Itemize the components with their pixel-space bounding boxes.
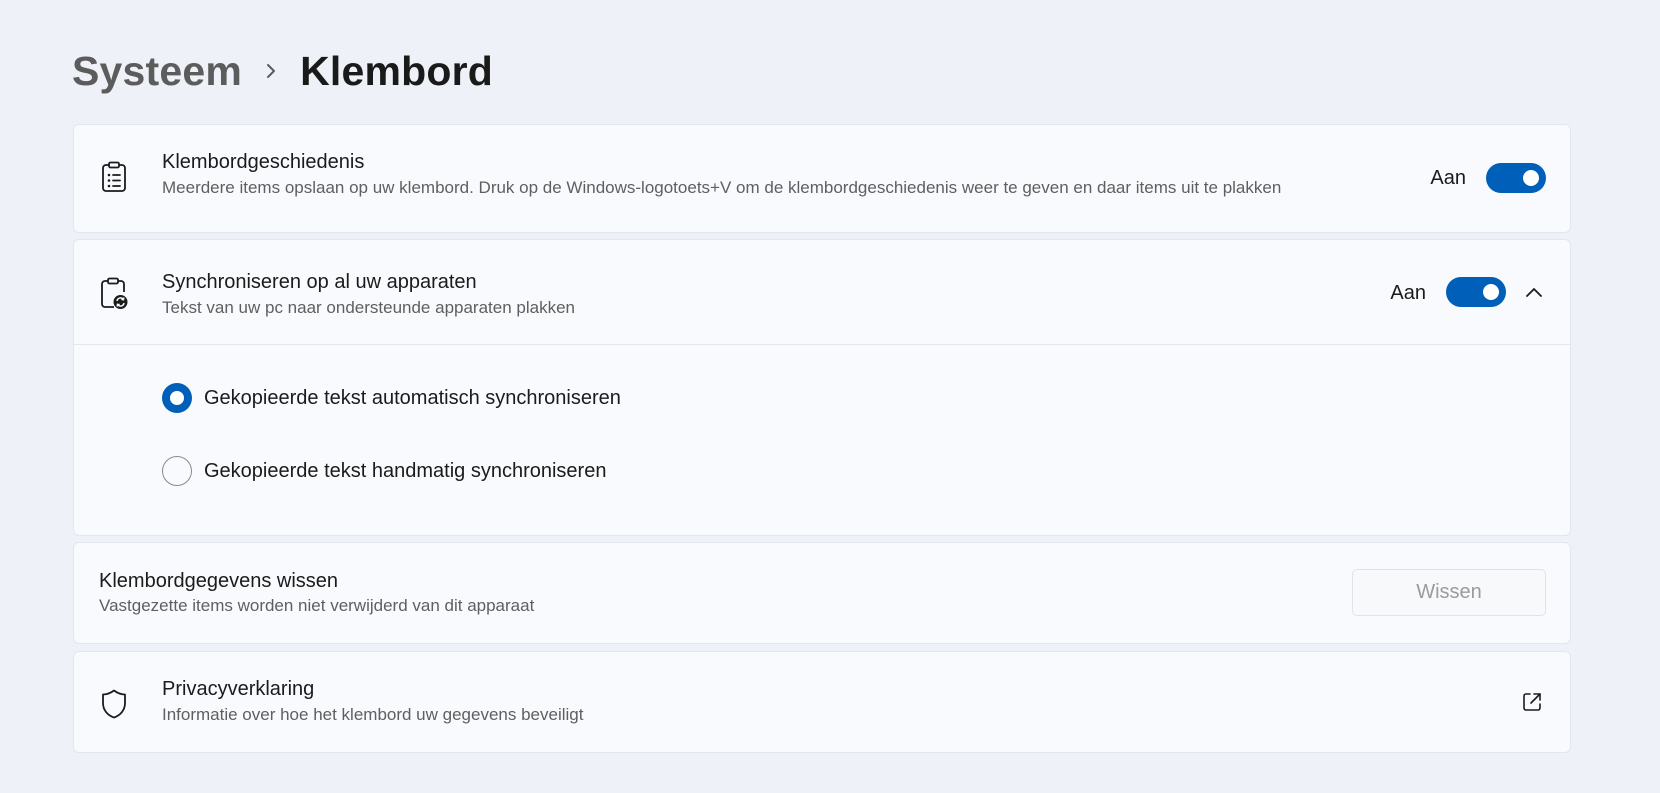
clipboard-list-icon (98, 159, 130, 195)
privacy-description: Informatie over hoe het klembord uw gege… (162, 705, 584, 724)
chevron-right-icon (242, 42, 300, 100)
history-toggle[interactable] (1486, 163, 1546, 193)
toggle-knob (1523, 170, 1539, 186)
sync-devices-card: Synchroniseren op al uw apparaten Tekst … (73, 239, 1571, 536)
page-title: Klembord (300, 47, 494, 94)
clear-data-card: Klembordgegevens wissen Vastgezette item… (73, 542, 1571, 644)
clipboard-sync-icon (98, 276, 130, 312)
chevron-up-icon[interactable] (1518, 276, 1550, 308)
external-link-icon[interactable] (1518, 688, 1546, 716)
clear-title: Klembordgegevens wissen (99, 570, 339, 592)
divider (74, 344, 1570, 345)
breadcrumb: Systeem Klembord (72, 42, 493, 100)
history-description: Meerdere items opslaan op uw klembord. D… (162, 178, 1282, 197)
sync-state-label: Aan (1390, 282, 1426, 304)
radio-button-auto-sync[interactable] (162, 383, 192, 413)
clear-button[interactable]: Wissen (1352, 569, 1546, 616)
shield-icon (98, 686, 130, 722)
history-title: Klembordgeschiedenis (162, 151, 365, 173)
privacy-title: Privacyverklaring (162, 678, 315, 700)
clipboard-history-card: Klembordgeschiedenis Meerdere items opsl… (73, 124, 1571, 233)
history-state-label: Aan (1430, 167, 1466, 189)
radio-option-auto-sync[interactable]: Gekopieerde tekst automatisch synchronis… (162, 382, 621, 414)
sync-toggle[interactable] (1446, 277, 1506, 307)
radio-label-auto-sync: Gekopieerde tekst automatisch synchronis… (204, 386, 621, 409)
privacy-card[interactable]: Privacyverklaring Informatie over hoe he… (73, 651, 1571, 753)
breadcrumb-parent-systeem[interactable]: Systeem (72, 48, 242, 95)
radio-label-manual-sync: Gekopieerde tekst handmatig synchroniser… (204, 459, 607, 482)
clear-description: Vastgezette items worden niet verwijderd… (99, 596, 535, 615)
sync-description: Tekst van uw pc naar ondersteunde appara… (162, 298, 575, 317)
sync-title: Synchroniseren op al uw apparaten (162, 271, 477, 293)
radio-button-manual-sync[interactable] (162, 456, 192, 486)
toggle-knob (1483, 284, 1499, 300)
radio-option-manual-sync[interactable]: Gekopieerde tekst handmatig synchroniser… (162, 455, 606, 487)
